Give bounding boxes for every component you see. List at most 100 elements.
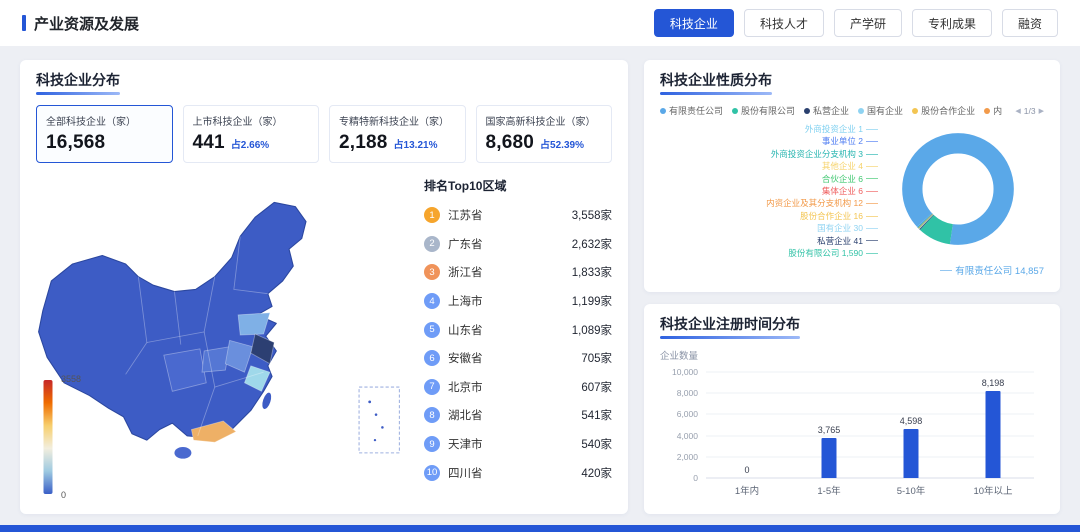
y-tick-label: 6,000: [677, 409, 698, 419]
rank-count: 2,632家: [572, 236, 612, 252]
label-connector-line: [866, 191, 878, 192]
donut-label: 事业单位 2: [822, 135, 878, 147]
rank-badge: 5: [424, 322, 440, 338]
nature-legend: 有限责任公司 股份有限公司私营企业 国有企业 股份合作企业内: [660, 104, 1002, 117]
legend-page-indicator: 1/3: [1024, 106, 1036, 116]
label-connector-line: [866, 216, 878, 217]
bars-group: 03,765 4,598 8,198: [706, 372, 1034, 478]
tab-1[interactable]: 科技企业: [654, 9, 734, 37]
tab-2[interactable]: 科技人才: [744, 9, 824, 37]
legend-item-4[interactable]: 国有企业: [858, 104, 903, 117]
label-connector-line: [866, 141, 878, 142]
ranking-row: 6安徽省705家: [424, 344, 612, 373]
label-connector-line: [866, 129, 878, 130]
legend-item-5[interactable]: 股份合作企业: [912, 104, 975, 117]
donut-label-text: 国有企业 30: [817, 222, 863, 234]
x-axis-label: 1-5年: [788, 483, 870, 497]
nature-legend-row: 有限责任公司 股份有限公司私营企业 国有企业 股份合作企业内 ◀ 1/3 ▶: [660, 104, 1044, 117]
donut-label-text: 外商投资企业分支机构 3: [771, 148, 863, 160]
registration-chart-wrap: 10,0008,0006,0004,0002,000003,7654,5988,…: [706, 372, 1034, 497]
legend-next-icon[interactable]: ▶: [1039, 107, 1044, 115]
ranking-row: 2广东省2,632家: [424, 230, 612, 259]
donut-label-text: 股份合作企业 16: [800, 210, 863, 222]
legend-item-1[interactable]: 有限责任公司: [660, 104, 723, 117]
stat-label: 专精特新科技企业（家）: [339, 113, 456, 128]
ranking-row: 1江苏省3,558家: [424, 201, 612, 230]
legend-item-6[interactable]: 内: [984, 104, 1002, 117]
donut-label-text: 事业单位 2: [822, 135, 863, 147]
donut-segment: [893, 124, 1022, 253]
legend-label: 股份合作企业: [921, 104, 975, 117]
rank-region: 湖北省: [448, 407, 483, 423]
ranking-title: 排名Top10区域: [424, 177, 612, 194]
y-tick-label: 10,000: [672, 367, 698, 377]
tab-3[interactable]: 产学研: [834, 9, 902, 37]
x-axis-label: 5-10年: [870, 483, 952, 497]
rank-badge: 3: [424, 264, 440, 280]
stat-share: 占13.21%: [394, 136, 438, 151]
stat-value-row: 16,568: [46, 132, 163, 154]
scale-min-label: 0: [61, 490, 66, 500]
donut-label: 股份有限公司 1,590: [788, 247, 878, 259]
registration-bar-chart: 10,0008,0006,0004,0002,000003,7654,5988,…: [706, 372, 1034, 478]
donut-label: 外商投资企业 1: [805, 123, 878, 135]
bar-value-label: 4,598: [900, 416, 923, 426]
x-axis-labels: 1年内1-5年5-10年10年以上: [706, 483, 1034, 497]
stat-label: 上市科技企业（家）: [193, 113, 310, 128]
stat-card-4[interactable]: 国家高新科技企业（家）8,680占52.39%: [476, 105, 613, 163]
stat-card-2[interactable]: 上市科技企业（家） 441占2.66%: [183, 105, 320, 163]
rank-region: 四川省: [448, 465, 483, 481]
legend-item-2[interactable]: 股份有限公司: [732, 104, 795, 117]
ranking-row: 8湖北省541家: [424, 401, 612, 430]
y-tick-label: 0: [693, 473, 698, 483]
ranking-row: 3 浙江省 1,833家: [424, 258, 612, 287]
stat-card-1[interactable]: 全部科技企业（家）16,568: [36, 105, 173, 163]
legend-dot: [858, 108, 864, 114]
label-connector-line: [866, 178, 878, 179]
donut-label-text: 内资企业及其分支机构 12: [766, 197, 863, 209]
donut-label-text: 集体企业 6: [822, 185, 863, 197]
label-connector-line: [940, 270, 952, 271]
legend-item-3[interactable]: 私营企业: [804, 104, 849, 117]
label-connector-line: [866, 240, 878, 241]
y-tick-label: 2,000: [677, 452, 698, 462]
label-connector-line: [866, 166, 878, 167]
donut-label-text: 股份有限公司 1,590: [788, 247, 863, 259]
stat-value-row: 441占2.66%: [193, 132, 310, 154]
donut-label: 集体企业 6: [822, 185, 878, 197]
rank-badge: 7: [424, 379, 440, 395]
stat-card-3[interactable]: 专精特新科技企业（家） 2,188占13.21%: [329, 105, 466, 163]
legend-label: 股份有限公司: [741, 104, 795, 117]
scale-max-label: 3558: [61, 374, 81, 384]
rank-count: 1,833家: [572, 264, 612, 280]
donut-label: 内资企业及其分支机构 12: [766, 197, 878, 209]
bar-slot: 0: [706, 372, 788, 478]
rank-region: 江苏省: [448, 207, 483, 223]
south-china-sea-inset: [359, 387, 399, 453]
tab-5[interactable]: 融资: [1002, 9, 1058, 37]
rank-badge: 1: [424, 207, 440, 223]
nature-donut-chart[interactable]: [892, 123, 1024, 255]
hainan-island: [174, 447, 191, 459]
rank-badge: 9: [424, 436, 440, 452]
donut-label: 外商投资企业分支机构 3: [771, 148, 878, 160]
tab-4[interactable]: 专利成果: [912, 9, 992, 37]
donut-label: 私营企业 41: [817, 235, 878, 247]
legend-label: 国有企业: [867, 104, 903, 117]
ranking-row: 9天津市540家: [424, 430, 612, 459]
rank-region: 浙江省: [448, 264, 483, 280]
stat-value-row: 2,188占13.21%: [339, 132, 456, 154]
y-axis-title: 企业数量: [660, 348, 1044, 362]
legend-prev-icon[interactable]: ◀: [1015, 107, 1020, 115]
rank-badge: 2: [424, 236, 440, 252]
bar: [904, 429, 919, 478]
donut-label-text: 私营企业 41: [817, 235, 863, 247]
bar-value-label: 8,198: [982, 378, 1005, 388]
header: 产业资源及发展 科技企业科技人才产学研专利成果融资: [0, 0, 1080, 46]
scale-gradient-bar: [44, 380, 53, 494]
bar-slot: 3,765: [788, 372, 870, 478]
rank-count: 541家: [581, 407, 612, 423]
legend-dot: [912, 108, 918, 114]
rank-badge: 4: [424, 293, 440, 309]
distribution-card: 科技企业分布 全部科技企业（家）16,568上市科技企业（家）441占2.66%…: [20, 60, 628, 514]
